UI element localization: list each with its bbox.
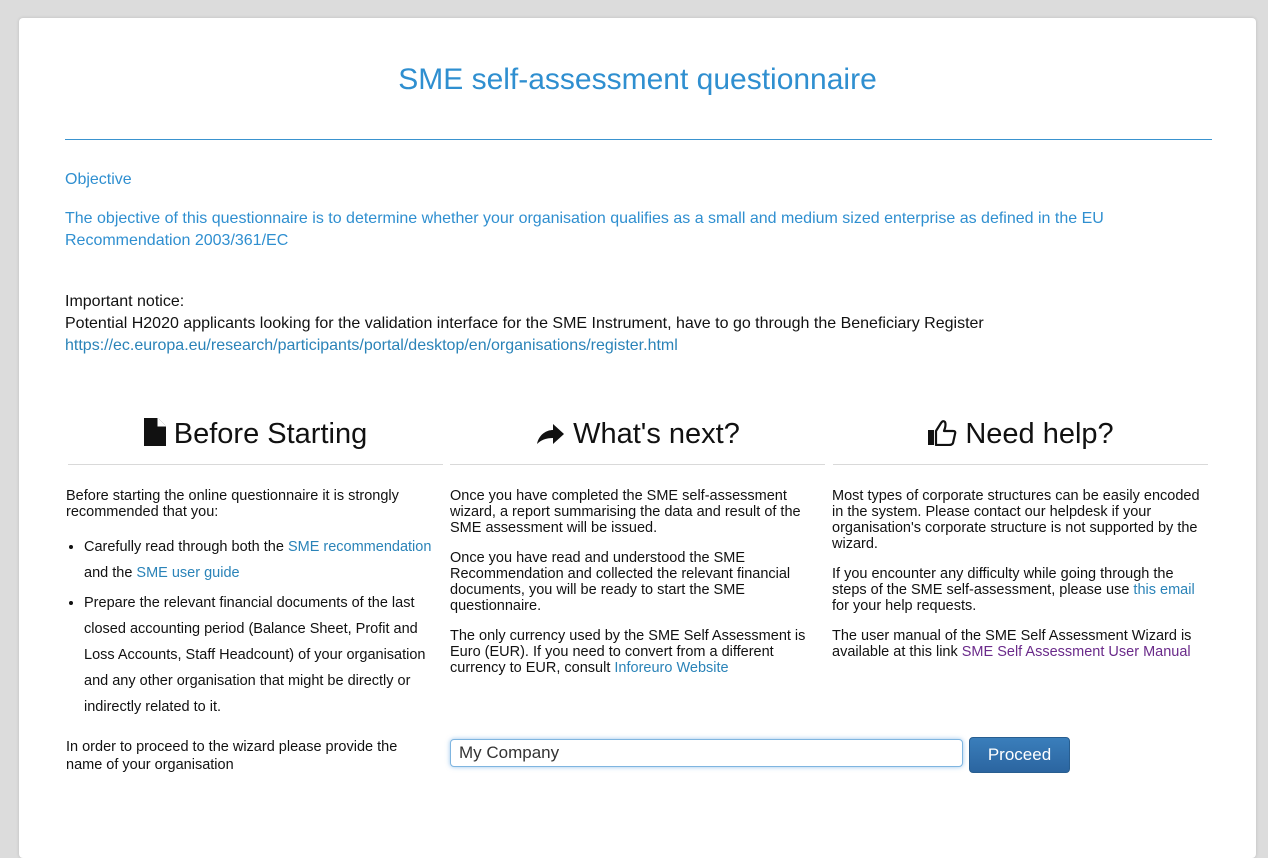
objective-text: The objective of this questionnaire is t… xyxy=(65,210,1104,249)
before-starting-column: Before starting the online questionnaire… xyxy=(66,488,444,734)
need-help-column: Most types of corporate structures can b… xyxy=(832,488,1210,674)
organisation-name-input[interactable] xyxy=(450,739,963,767)
next-paragraph-1: Once you have completed the SME self-ass… xyxy=(450,488,801,536)
next-heading-label: What's next? xyxy=(573,418,740,450)
paragraph-text: for your help requests. xyxy=(832,598,977,614)
next-paragraph-2: Once you have read and understood the SM… xyxy=(450,550,791,614)
page-title: SME self-assessment questionnaire xyxy=(398,63,877,96)
title-divider xyxy=(65,139,1212,140)
before-intro: Before starting the online questionnaire… xyxy=(66,488,399,520)
main-panel: SME self-assessment questionnaire Object… xyxy=(19,18,1256,858)
proceed-instructions: In order to proceed to the wizard please… xyxy=(66,739,398,773)
list-item: Carefully read through both the SME reco… xyxy=(84,534,444,586)
thumbs-up-icon xyxy=(928,420,957,447)
proceed-button[interactable]: Proceed xyxy=(969,737,1070,773)
before-starting-heading: Before Starting xyxy=(68,418,443,465)
document-icon xyxy=(143,418,166,446)
sme-recommendation-link[interactable]: SME recommendation xyxy=(288,539,431,555)
next-paragraph-3: The only currency used by the SME Self A… xyxy=(450,628,825,676)
item-text: Carefully read through both the xyxy=(84,539,288,555)
before-list: Carefully read through both the SME reco… xyxy=(66,534,444,720)
notice-label: Important notice: xyxy=(65,293,185,310)
item-text: and the xyxy=(84,565,137,581)
paragraph-text: If you encounter any difficulty while go… xyxy=(832,566,1174,598)
sme-user-guide-link[interactable]: SME user guide xyxy=(136,565,239,581)
help-paragraph-1: Most types of corporate structures can b… xyxy=(832,488,1200,552)
help-paragraph-2: If you encounter any difficulty while go… xyxy=(832,566,1210,614)
objective-heading: Objective xyxy=(65,171,132,188)
notice-text: Potential H2020 applicants looking for t… xyxy=(65,315,984,332)
before-heading-label: Before Starting xyxy=(173,418,368,450)
beneficiary-register-link[interactable]: https://ec.europa.eu/research/participan… xyxy=(65,337,678,354)
help-email-link[interactable]: this email xyxy=(1133,582,1194,598)
whats-next-column: Once you have completed the SME self-ass… xyxy=(450,488,825,690)
important-notice: Important notice: Potential H2020 applic… xyxy=(65,291,1225,357)
user-manual-link[interactable]: SME Self Assessment User Manual xyxy=(962,644,1191,660)
need-help-heading: Need help? xyxy=(833,418,1208,465)
help-paragraph-3: The user manual of the SME Self Assessme… xyxy=(832,628,1210,660)
whats-next-heading: What's next? xyxy=(450,418,825,465)
help-heading-label: Need help? xyxy=(965,418,1114,450)
list-item: Prepare the relevant financial documents… xyxy=(84,590,444,720)
inforeuro-link[interactable]: Inforeuro Website xyxy=(614,660,728,676)
arrow-right-icon xyxy=(537,424,565,444)
